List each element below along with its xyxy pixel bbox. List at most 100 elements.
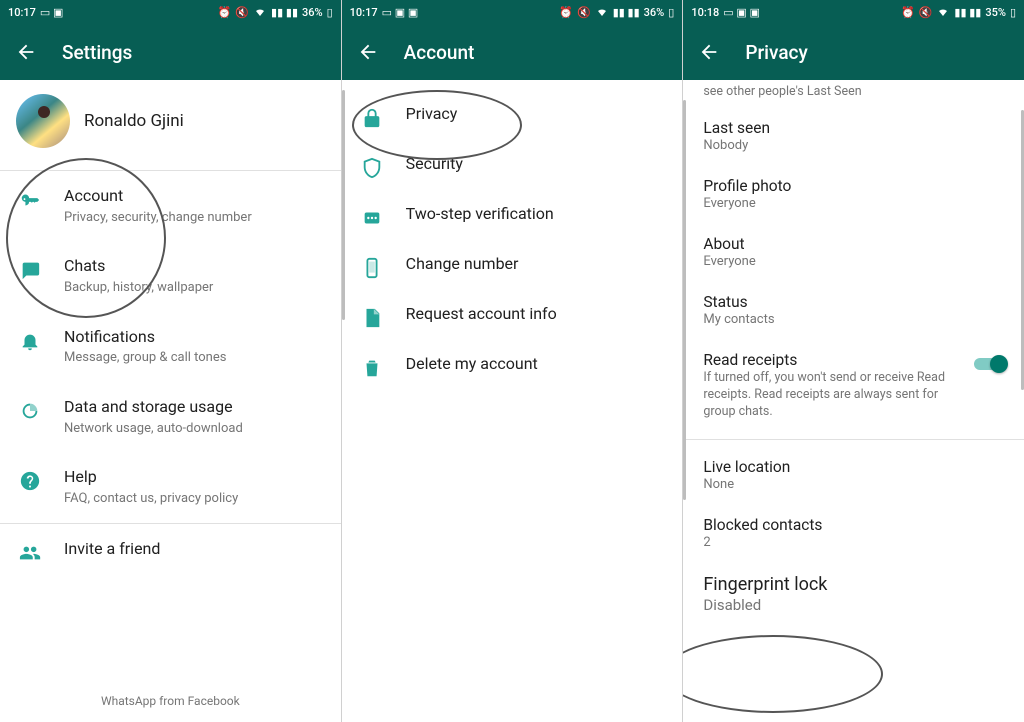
footer: WhatsApp from Facebook bbox=[0, 694, 341, 708]
data-icon bbox=[18, 399, 42, 423]
mute-icon: 🔇 bbox=[919, 6, 933, 19]
row-title: Privacy bbox=[406, 104, 665, 125]
privacy-item-fingerprint[interactable]: Fingerprint lock Disabled bbox=[683, 562, 1024, 626]
settings-item-help[interactable]: Help FAQ, contact us, privacy policy bbox=[0, 452, 341, 522]
help-icon bbox=[18, 469, 42, 493]
row-title: Help bbox=[64, 467, 323, 488]
bell-icon bbox=[18, 329, 42, 353]
account-item-requestinfo[interactable]: Request account info bbox=[342, 292, 683, 342]
lock-icon bbox=[360, 106, 384, 130]
scrollbar-hint-left bbox=[683, 100, 686, 500]
screen-account: 10:17 ▭ ▣ ▣ ⏰ 🔇 ▮▮ ▮▮ 36% ▯ Account Priv… bbox=[342, 0, 683, 722]
row-title: Notifications bbox=[64, 327, 323, 348]
row-title: Account bbox=[64, 186, 323, 207]
account-item-twostep[interactable]: Two-step verification bbox=[342, 192, 683, 242]
privacy-item-status[interactable]: Status My contacts bbox=[683, 281, 1024, 339]
row-sub: Privacy, security, change number bbox=[64, 209, 323, 227]
back-arrow-icon bbox=[15, 41, 37, 63]
settings-item-notifications[interactable]: Notifications Message, group & call tone… bbox=[0, 312, 341, 382]
account-item-privacy[interactable]: Privacy bbox=[342, 92, 683, 142]
divider bbox=[683, 439, 1024, 440]
people-icon bbox=[18, 541, 42, 565]
page-title: Settings bbox=[62, 41, 132, 64]
row-sub: My contacts bbox=[703, 312, 1004, 327]
notif-icons: ▭ ▣ ▣ bbox=[382, 6, 419, 19]
row-sub: If turned off, you won't send or receive… bbox=[703, 370, 960, 421]
row-title: Data and storage usage bbox=[64, 397, 323, 418]
back-button[interactable] bbox=[356, 40, 380, 64]
mute-icon: 🔇 bbox=[577, 6, 591, 19]
key-icon bbox=[18, 188, 42, 212]
row-title: Security bbox=[406, 154, 665, 175]
signal-icon: ▮▮ ▮▮ bbox=[613, 6, 640, 19]
row-title: Read receipts bbox=[703, 351, 960, 369]
privacy-item-readreceipts[interactable]: Read receipts If turned off, you won't s… bbox=[683, 339, 1024, 433]
battery-icon: ▯ bbox=[327, 6, 333, 19]
signal-icon: ▮▮ ▮▮ bbox=[271, 6, 298, 19]
row-sub: Network usage, auto-download bbox=[64, 420, 323, 438]
privacy-item-lastseen[interactable]: Last seen Nobody bbox=[683, 107, 1024, 165]
row-title: Invite a friend bbox=[64, 539, 323, 560]
row-sub: None bbox=[703, 477, 1004, 492]
row-title: Delete my account bbox=[406, 354, 665, 375]
scrollbar-hint bbox=[342, 90, 345, 320]
wifi-icon bbox=[595, 6, 609, 18]
row-sub: Disabled bbox=[703, 596, 1004, 614]
battery-text: 36% bbox=[302, 6, 323, 19]
doc-icon bbox=[360, 306, 384, 330]
settings-item-chats[interactable]: Chats Backup, history, wallpaper bbox=[0, 241, 341, 311]
alarm-icon: ⏰ bbox=[218, 6, 232, 19]
row-title: Change number bbox=[406, 254, 665, 275]
account-item-changenumber[interactable]: Change number bbox=[342, 242, 683, 292]
toggle-thumb bbox=[990, 355, 1008, 373]
row-sub: FAQ, contact us, privacy policy bbox=[64, 490, 323, 508]
row-sub: Everyone bbox=[703, 196, 1004, 211]
twostep-icon bbox=[360, 206, 384, 230]
account-item-delete[interactable]: Delete my account bbox=[342, 342, 683, 392]
row-title: Request account info bbox=[406, 304, 665, 325]
back-arrow-icon bbox=[698, 41, 720, 63]
signal-icon: ▮▮ ▮▮ bbox=[954, 6, 981, 19]
account-item-security[interactable]: Security bbox=[342, 142, 683, 192]
settings-item-data[interactable]: Data and storage usage Network usage, au… bbox=[0, 382, 341, 452]
chat-icon bbox=[18, 258, 42, 282]
page-title: Privacy bbox=[745, 41, 807, 64]
shield-icon bbox=[360, 156, 384, 180]
row-title: Profile photo bbox=[703, 177, 1004, 195]
back-arrow-icon bbox=[357, 41, 379, 63]
wifi-icon bbox=[253, 6, 267, 18]
settings-item-invite[interactable]: Invite a friend bbox=[0, 524, 341, 580]
row-sub: Everyone bbox=[703, 254, 1004, 269]
clock: 10:17 bbox=[8, 6, 36, 19]
battery-icon: ▯ bbox=[668, 6, 674, 19]
read-receipts-toggle[interactable] bbox=[974, 355, 1008, 373]
status-bar: 10:17 ▭ ▣ ⏰ 🔇 ▮▮ ▮▮ 36% ▯ bbox=[0, 0, 341, 24]
row-sub: 2 bbox=[703, 535, 1004, 550]
privacy-item-about[interactable]: About Everyone bbox=[683, 223, 1024, 281]
back-button[interactable] bbox=[14, 40, 38, 64]
row-title: Chats bbox=[64, 256, 323, 277]
row-title: Blocked contacts bbox=[703, 516, 1004, 534]
row-sub: Message, group & call tones bbox=[64, 349, 323, 367]
privacy-item-blocked[interactable]: Blocked contacts 2 bbox=[683, 504, 1024, 562]
screen-privacy: 10:18 ▭ ▣ ▣ ⏰ 🔇 ▮▮ ▮▮ 35% ▯ Privacy see … bbox=[683, 0, 1024, 722]
privacy-item-livelocation[interactable]: Live location None bbox=[683, 446, 1024, 504]
battery-text: 35% bbox=[985, 6, 1006, 19]
profile-row[interactable]: Ronaldo Gjini bbox=[0, 80, 341, 170]
app-bar: Settings bbox=[0, 24, 341, 80]
privacy-item-profilephoto[interactable]: Profile photo Everyone bbox=[683, 165, 1024, 223]
notif-icons: ▭ ▣ bbox=[40, 6, 64, 19]
section-note-top: see other people's Last Seen bbox=[683, 80, 1024, 107]
row-title: Status bbox=[703, 293, 1004, 311]
row-title: Two-step verification bbox=[406, 204, 665, 225]
row-title: About bbox=[703, 235, 1004, 253]
app-bar: Account bbox=[342, 24, 683, 80]
trash-icon bbox=[360, 356, 384, 380]
avatar bbox=[16, 94, 70, 148]
screen-settings: 10:17 ▭ ▣ ⏰ 🔇 ▮▮ ▮▮ 36% ▯ Settings Ronal… bbox=[0, 0, 341, 722]
row-title: Live location bbox=[703, 458, 1004, 476]
settings-item-account[interactable]: Account Privacy, security, change number bbox=[0, 171, 341, 241]
back-button[interactable] bbox=[697, 40, 721, 64]
row-title: Fingerprint lock bbox=[703, 574, 1004, 595]
row-title: Last seen bbox=[703, 119, 1004, 137]
